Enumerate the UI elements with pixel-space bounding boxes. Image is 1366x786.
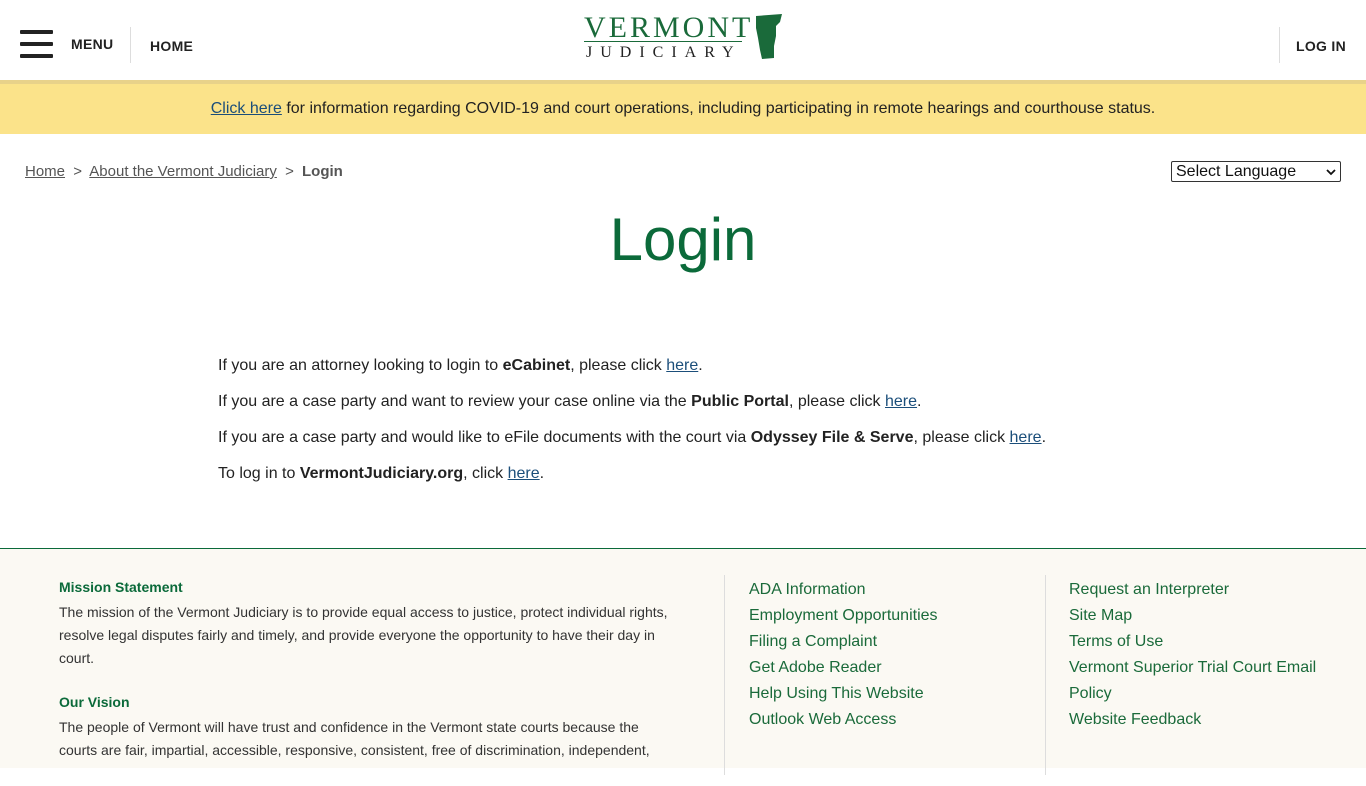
mission-text: The mission of the Vermont Judiciary is … [59, 604, 668, 666]
site-header: MENU HOME VERMONT JUDICIARY LOG IN [0, 0, 1366, 80]
footer-links-col2: ADA Information Employment Opportunities… [749, 577, 938, 733]
option-text: If you are a case party and would like t… [218, 429, 751, 446]
footer-link-item: ADA Information [749, 577, 938, 603]
footer-link-email-policy[interactable]: Vermont Superior Trial Court Email [1069, 659, 1316, 676]
footer-link-adobe[interactable]: Get Adobe Reader [749, 659, 882, 676]
option-text: . [539, 465, 545, 482]
footer-link-outlook[interactable]: Outlook Web Access [749, 711, 896, 728]
vermont-state-icon [756, 14, 782, 59]
footer-about: Mission Statement The mission of the Ver… [59, 579, 669, 786]
log-in-link[interactable]: LOG IN [1296, 38, 1346, 54]
logo-text-bottom: JUDICIARY [586, 44, 742, 61]
option-text: . [698, 357, 703, 374]
footer-link-item: Get Adobe Reader [749, 655, 938, 681]
footer-link-item: Request an Interpreter [1069, 577, 1316, 603]
footer-link-feedback[interactable]: Website Feedback [1069, 711, 1201, 728]
footer-link-email-policy-cont[interactable]: Policy [1069, 685, 1112, 702]
option-text: . [917, 393, 922, 410]
option-text: To log in to [218, 465, 300, 482]
footer-link-terms[interactable]: Terms of Use [1069, 633, 1163, 650]
breadcrumb-separator: > [73, 163, 82, 180]
hamburger-icon [20, 30, 53, 58]
option-text: . [1041, 429, 1047, 446]
login-option-ecabinet: If you are an attorney looking to login … [218, 356, 1118, 376]
login-option-odyssey: If you are a case party and would like t… [218, 428, 1118, 448]
login-option-public-portal: If you are a case party and want to revi… [218, 392, 1118, 412]
site-login-here-link[interactable]: here [508, 465, 540, 482]
footer-divider [1045, 575, 1046, 775]
option-text: , please click [913, 429, 1010, 446]
footer-link-item: Policy [1069, 681, 1316, 707]
breadcrumb: Home > About the Vermont Judiciary > Log… [25, 163, 343, 180]
footer-link-item: Employment Opportunities [749, 603, 938, 629]
language-select[interactable]: Select Language [1171, 161, 1341, 182]
login-option-site: To log in to VermontJudiciary.org, click… [218, 464, 1118, 484]
option-bold: eCabinet [502, 357, 571, 374]
odyssey-here-link[interactable]: here [1010, 429, 1042, 446]
vision-text: The people of Vermont will have trust an… [59, 719, 650, 758]
footer-link-interpreter[interactable]: Request an Interpreter [1069, 581, 1229, 598]
option-bold: VermontJudiciary.org [299, 465, 464, 482]
home-nav-link[interactable]: HOME [150, 38, 193, 54]
menu-label: MENU [71, 36, 114, 52]
footer-link-complaint[interactable]: Filing a Complaint [749, 633, 877, 650]
footer-link-help[interactable]: Help Using This Website [749, 685, 924, 702]
footer-link-item: Site Map [1069, 603, 1316, 629]
public-portal-here-link[interactable]: here [885, 393, 917, 410]
menu-button[interactable]: MENU [20, 30, 113, 58]
breadcrumb-current: Login [302, 163, 343, 180]
breadcrumb-separator: > [285, 163, 294, 180]
footer-link-employment[interactable]: Employment Opportunities [749, 607, 938, 624]
header-divider [1279, 27, 1280, 63]
covid-alert-text: for information regarding COVID-19 and c… [281, 100, 1156, 117]
covid-alert-link[interactable]: Click here [211, 100, 282, 117]
option-text: If you are an attorney looking to login … [218, 357, 503, 374]
header-divider [130, 27, 131, 63]
vermont-judiciary-logo[interactable]: VERMONT JUDICIARY [584, 11, 786, 64]
login-options: If you are an attorney looking to login … [218, 356, 1118, 500]
covid-alert-bar: Click here for information regarding COV… [0, 80, 1366, 134]
footer-link-item: Vermont Superior Trial Court Email [1069, 655, 1316, 681]
footer-link-item: Help Using This Website [749, 681, 938, 707]
footer-link-item: Outlook Web Access [749, 707, 938, 733]
option-text: , please click [570, 357, 667, 374]
option-text: , please click [788, 393, 885, 410]
footer-link-item: Website Feedback [1069, 707, 1316, 733]
site-footer: Mission Statement The mission of the Ver… [0, 548, 1366, 775]
footer-link-sitemap[interactable]: Site Map [1069, 607, 1132, 624]
logo-rule [584, 41, 742, 42]
footer-links-col3: Request an Interpreter Site Map Terms of… [1069, 577, 1316, 733]
language-select-value: Select Language [1176, 162, 1297, 180]
footer-link-ada[interactable]: ADA Information [749, 581, 866, 598]
breadcrumb-home[interactable]: Home [25, 163, 65, 180]
option-text: If you are a case party and want to revi… [218, 393, 692, 410]
logo-text-top: VERMONT [584, 11, 754, 44]
mission-title: Mission Statement [59, 579, 183, 595]
vision-title: Our Vision [59, 694, 130, 710]
option-bold: Public Portal [691, 393, 789, 410]
footer-link-item: Terms of Use [1069, 629, 1316, 655]
footer-link-item: Filing a Complaint [749, 629, 938, 655]
ecabinet-here-link[interactable]: here [666, 357, 698, 374]
chevron-down-icon [1326, 168, 1336, 175]
page-title: Login [609, 206, 757, 273]
footer-divider [724, 575, 725, 775]
option-text: , click [463, 465, 508, 482]
breadcrumb-about[interactable]: About the Vermont Judiciary [89, 163, 277, 180]
option-bold: Odyssey File & Serve [750, 429, 914, 446]
